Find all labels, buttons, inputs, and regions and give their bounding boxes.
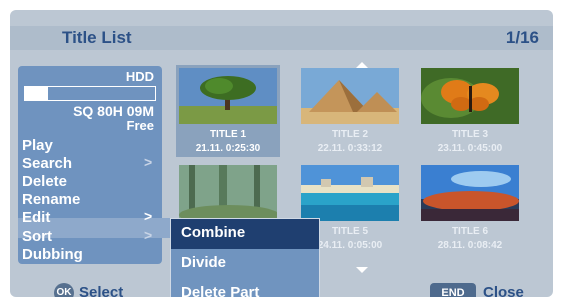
page-title: Title List	[62, 28, 132, 47]
title-name: TITLE 2	[331, 129, 369, 140]
close-label: Close	[483, 284, 524, 297]
menu-item-dubbing[interactable]: Dubbing	[22, 246, 83, 263]
tree-scene-image	[179, 68, 277, 124]
select-label: Select	[79, 284, 124, 297]
edit-submenu: Combine Divide Delete Part	[170, 218, 320, 297]
beach-scene-image	[301, 165, 399, 221]
menu-item-search[interactable]: Search	[22, 155, 72, 172]
title-thumbnail-1[interactable]: TITLE 1 21.11. 0:25:30	[176, 65, 280, 157]
title-date: 21.11. 0:25:30	[195, 143, 261, 154]
space-bar	[24, 86, 156, 101]
pyramids-scene-image	[301, 68, 399, 124]
remaining-time: SQ 80H 09M	[73, 103, 154, 119]
title-thumbnail-2[interactable]: TITLE 2 22.11. 0:33:12	[298, 65, 402, 157]
sunset-scene-image	[421, 165, 519, 221]
page-indicator: 1/16	[505, 28, 539, 47]
submenu-item-delete-part[interactable]: Delete Part	[171, 279, 319, 297]
title-name: TITLE 6	[451, 226, 489, 237]
menu-item-play[interactable]: Play	[22, 137, 53, 154]
ok-button-icon[interactable]: OK	[54, 283, 74, 297]
butterfly-scene-image	[421, 68, 519, 124]
title-thumbnail-3[interactable]: TITLE 3 23.11. 0:45:00	[418, 65, 522, 157]
title-thumbnail-6[interactable]: TITLE 6 28.11. 0:08:42	[418, 162, 522, 254]
menu-item-sort[interactable]: Sort	[22, 228, 52, 245]
title-date: 28.11. 0:08:42	[437, 240, 503, 251]
free-label: Free	[126, 118, 154, 133]
menu-item-delete[interactable]: Delete	[22, 173, 67, 190]
title-list-screen: Title List 1/16 HDD SQ 80H 09M Free Play…	[10, 10, 553, 297]
title-date: 22.11. 0:33:12	[317, 143, 383, 154]
menu-item-rename[interactable]: Rename	[22, 191, 80, 208]
title-name: TITLE 1	[209, 129, 247, 140]
disc-type: HDD	[125, 69, 154, 84]
end-button-icon[interactable]: END	[430, 283, 476, 297]
scroll-down-icon[interactable]	[356, 267, 368, 273]
title-name: TITLE 3	[451, 129, 489, 140]
submenu-item-divide[interactable]: Divide	[171, 249, 319, 279]
submenu-item-combine[interactable]: Combine	[171, 219, 319, 249]
menu-item-edit[interactable]: Edit	[22, 209, 50, 226]
forest-scene-image	[179, 165, 277, 221]
space-bar-fill	[25, 87, 49, 100]
header-bar: Title List 1/16	[10, 26, 553, 50]
title-date: 23.11. 0:45:00	[437, 143, 503, 154]
